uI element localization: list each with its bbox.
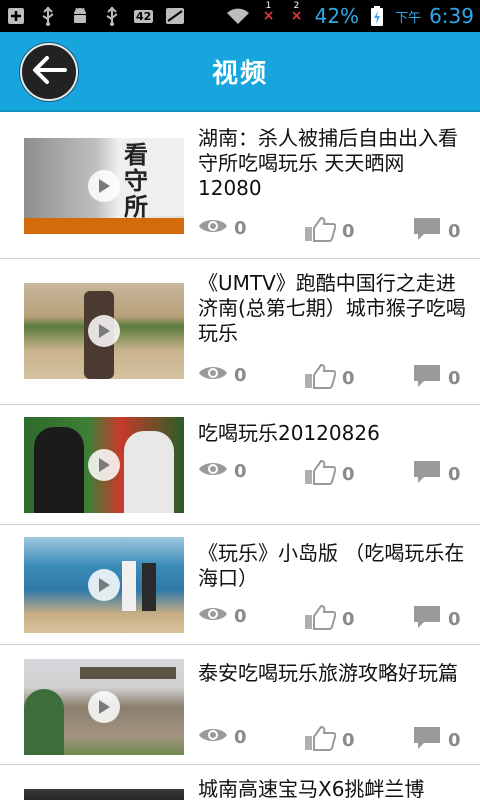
likes-stat[interactable]: 0 xyxy=(304,363,355,393)
comments-stat[interactable]: 0 xyxy=(412,363,461,393)
thumbnail-overlay-text: 看守所 xyxy=(124,141,148,221)
notification-count-badge: 42 xyxy=(134,9,154,23)
comments-count: 0 xyxy=(448,463,461,485)
video-thumbnail[interactable] xyxy=(24,537,184,633)
usb-icon-2 xyxy=(102,6,122,26)
likes-stat[interactable]: 0 xyxy=(304,604,355,634)
video-thumbnail[interactable] xyxy=(24,417,184,513)
add-notification-icon xyxy=(6,6,26,26)
comments-count: 0 xyxy=(448,367,461,389)
comments-count: 0 xyxy=(448,608,461,630)
views-stat: 0 xyxy=(198,604,247,628)
video-list-item[interactable]: 《玩乐》小岛版 （吃喝玩乐在海口） 0 0 0 xyxy=(0,525,480,645)
video-list-item[interactable]: 泰安吃喝玩乐旅游攻略好玩篇 0 0 0 xyxy=(0,645,480,765)
thumbs-up-icon xyxy=(304,604,337,634)
views-stat: 0 xyxy=(198,459,247,483)
views-count: 0 xyxy=(234,364,247,386)
sim1-no-signal-icon: 1 × xyxy=(262,1,275,24)
usb-icon xyxy=(38,6,58,26)
eye-icon xyxy=(198,604,228,628)
status-bar: 42 1 × 2 × 42% 下午 6:39 xyxy=(0,0,480,32)
eye-icon xyxy=(198,216,228,240)
comment-icon xyxy=(412,363,442,393)
comment-icon xyxy=(412,725,442,755)
views-stat: 0 xyxy=(198,363,247,387)
video-stats: 0 0 0 xyxy=(198,363,468,389)
image-notification-icon xyxy=(165,6,185,26)
video-list[interactable]: 看守所 湖南：杀人被捕后自由出入看守所吃喝玩乐 天天晒网 12080 0 0 0 xyxy=(0,114,480,800)
video-thumbnail[interactable]: 看守所 xyxy=(24,138,184,234)
comments-stat[interactable]: 0 xyxy=(412,216,461,246)
play-icon xyxy=(88,315,120,347)
sim2-no-signal-icon: 2 × xyxy=(290,1,303,24)
views-stat: 0 xyxy=(198,216,247,240)
likes-stat[interactable]: 0 xyxy=(304,459,355,489)
video-title[interactable]: 《玩乐》小岛版 （吃喝玩乐在海口） xyxy=(198,541,468,591)
video-list-item[interactable]: 《UMTV》跑酷中国行之走进济南(总第七期）城市猴子吃喝玩乐 0 0 0 xyxy=(0,259,480,405)
comments-stat[interactable]: 0 xyxy=(412,604,461,634)
eye-icon xyxy=(198,363,228,387)
thumbs-up-icon xyxy=(304,459,337,489)
video-list-item[interactable]: 城南高速宝马X6挑衅兰博 xyxy=(0,765,480,800)
views-stat: 0 xyxy=(198,725,247,749)
video-title[interactable]: 湖南：杀人被捕后自由出入看守所吃喝玩乐 天天晒网 12080 xyxy=(198,126,468,201)
likes-count: 0 xyxy=(342,463,355,485)
battery-percent: 42% xyxy=(314,4,360,28)
video-stats: 0 0 0 xyxy=(198,604,468,630)
play-icon xyxy=(88,170,120,202)
likes-stat[interactable]: 0 xyxy=(304,216,355,246)
comment-icon xyxy=(412,216,442,246)
time-period: 下午 xyxy=(395,10,422,26)
video-title[interactable]: 吃喝玩乐20120826 xyxy=(198,421,468,446)
comments-stat[interactable]: 0 xyxy=(412,459,461,489)
play-icon xyxy=(88,569,120,601)
video-title[interactable]: 城南高速宝马X6挑衅兰博 xyxy=(198,777,468,800)
thumbs-up-icon xyxy=(304,216,337,246)
app-header: 视频 xyxy=(0,32,480,112)
video-thumbnail[interactable] xyxy=(24,789,184,800)
likes-stat[interactable]: 0 xyxy=(304,725,355,755)
comments-count: 0 xyxy=(448,220,461,242)
likes-count: 0 xyxy=(342,608,355,630)
views-count: 0 xyxy=(234,217,247,239)
video-title[interactable]: 泰安吃喝玩乐旅游攻略好玩篇 xyxy=(198,661,468,686)
thumbs-up-icon xyxy=(304,363,337,393)
likes-count: 0 xyxy=(342,220,355,242)
clock-time: 6:39 xyxy=(429,4,474,28)
eye-icon xyxy=(198,459,228,483)
back-arrow-icon xyxy=(31,55,67,89)
video-list-item[interactable]: 吃喝玩乐20120826 0 0 0 xyxy=(0,405,480,525)
eye-icon xyxy=(198,725,228,749)
views-count: 0 xyxy=(234,605,247,627)
views-count: 0 xyxy=(234,726,247,748)
video-list-item[interactable]: 看守所 湖南：杀人被捕后自由出入看守所吃喝玩乐 天天晒网 12080 0 0 0 xyxy=(0,114,480,259)
video-stats: 0 0 0 xyxy=(198,216,468,242)
likes-count: 0 xyxy=(342,367,355,389)
status-icons-right: 1 × 2 × 42% 下午 6:39 xyxy=(225,1,474,28)
video-thumbnail[interactable] xyxy=(24,283,184,379)
video-title[interactable]: 《UMTV》跑酷中国行之走进济南(总第七期）城市猴子吃喝玩乐 xyxy=(198,271,468,346)
views-count: 0 xyxy=(234,460,247,482)
thumbs-up-icon xyxy=(304,725,337,755)
play-icon xyxy=(88,449,120,481)
wifi-icon xyxy=(225,6,251,26)
battery-charging-icon xyxy=(367,6,387,26)
comment-icon xyxy=(412,459,442,489)
page-title: 视频 xyxy=(211,58,268,89)
video-stats: 0 0 0 xyxy=(198,725,468,751)
likes-count: 0 xyxy=(342,729,355,751)
status-icons-left: 42 xyxy=(6,6,185,26)
comments-count: 0 xyxy=(448,729,461,751)
comment-icon xyxy=(412,604,442,634)
comments-stat[interactable]: 0 xyxy=(412,725,461,755)
back-button[interactable] xyxy=(20,43,78,101)
video-thumbnail[interactable] xyxy=(24,659,184,755)
video-stats: 0 0 0 xyxy=(198,459,468,485)
play-icon xyxy=(88,691,120,723)
android-debug-icon xyxy=(70,6,90,26)
